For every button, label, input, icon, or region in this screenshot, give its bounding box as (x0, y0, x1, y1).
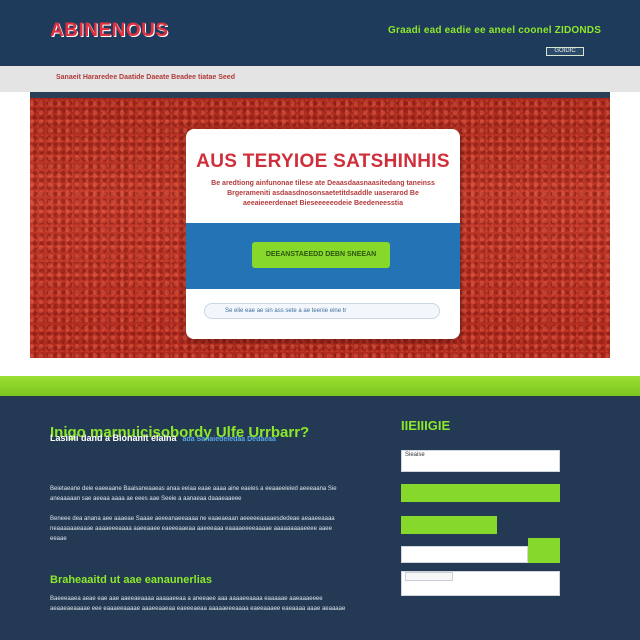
sidebar-input-3[interactable] (401, 571, 560, 596)
sub-navigation-text[interactable]: Sanaeit Hararedee Daatide Daeate Beadee … (56, 74, 235, 81)
hero-cta-button[interactable]: DEEANSTAEEDD DEBN SNEEAN (252, 242, 390, 268)
sidebar-green-field-2[interactable] (401, 516, 497, 534)
green-divider (0, 376, 640, 396)
paragraph-3: Baeeeaaea aeae eae aae aaeeaeaaaa aaaaae… (50, 596, 346, 612)
header-tagline: Graadi ead eadie ee aneel coonel ZIDONDS (388, 25, 602, 36)
hero-card-band: DEEANSTAEEDD DEBN SNEEAN (186, 223, 460, 289)
lead-label: Lasimi dand a Bionanit elaina (50, 433, 177, 443)
lead-text: Lasimi dand a Bionanit elaina ada Sanaied… (50, 433, 276, 443)
page: ABINENOUS Graadi ead eadie ee aneel coon… (0, 0, 640, 640)
paragraph-1: Beietaeane deie eaeeaane Baaisaneaaeas a… (50, 486, 337, 502)
hero-card: AUS TERYIOE SATSHINHIS Be aredtiong ainf… (186, 129, 460, 339)
header-button[interactable]: GOIDIC (546, 47, 584, 56)
content-section: Inigo marnuicisobordy Ulfe Urrbarr? Lasi… (0, 396, 640, 640)
hero-banner: AUS TERYIOE SATSHINHIS Be aredtiong ainf… (30, 92, 610, 358)
sidebar-input-1-value: Sieaise (405, 452, 425, 458)
hero-card-description: Be aredtiong ainfunonae tilese ate Deaas… (211, 180, 435, 207)
sub-navigation-bar: Sanaeit Hararedee Daatide Daeate Beadee … (0, 66, 640, 92)
sidebar-form-title: IIEIIIGIE (401, 418, 451, 433)
sidebar-input-1[interactable]: Sieaise (401, 450, 560, 472)
header: ABINENOUS Graadi ead eadie ee aneel coon… (0, 0, 640, 66)
lead-link[interactable]: ada Sanaiedeiedaa Dedaeaa (183, 436, 276, 443)
hero-card-title: AUS TERYIOE SATSHINHIS (196, 151, 450, 172)
hero-search-input[interactable]: Se elie eae ae sin ass sete a ae teenie … (204, 303, 440, 319)
sidebar-green-field-1[interactable] (401, 484, 560, 502)
sidebar-input-2[interactable] (401, 546, 528, 563)
section-2-heading: Braheaaitd ut aae eanaunerlias (50, 574, 213, 586)
paragraph-2: Beneee dea anana aee aaaeae Saaae aeeean… (50, 516, 335, 542)
hero-top-strip (30, 92, 610, 98)
site-logo[interactable]: ABINENOUS (50, 20, 169, 42)
sidebar-input-3-chip (405, 572, 453, 581)
sidebar-submit-button[interactable] (528, 538, 560, 563)
